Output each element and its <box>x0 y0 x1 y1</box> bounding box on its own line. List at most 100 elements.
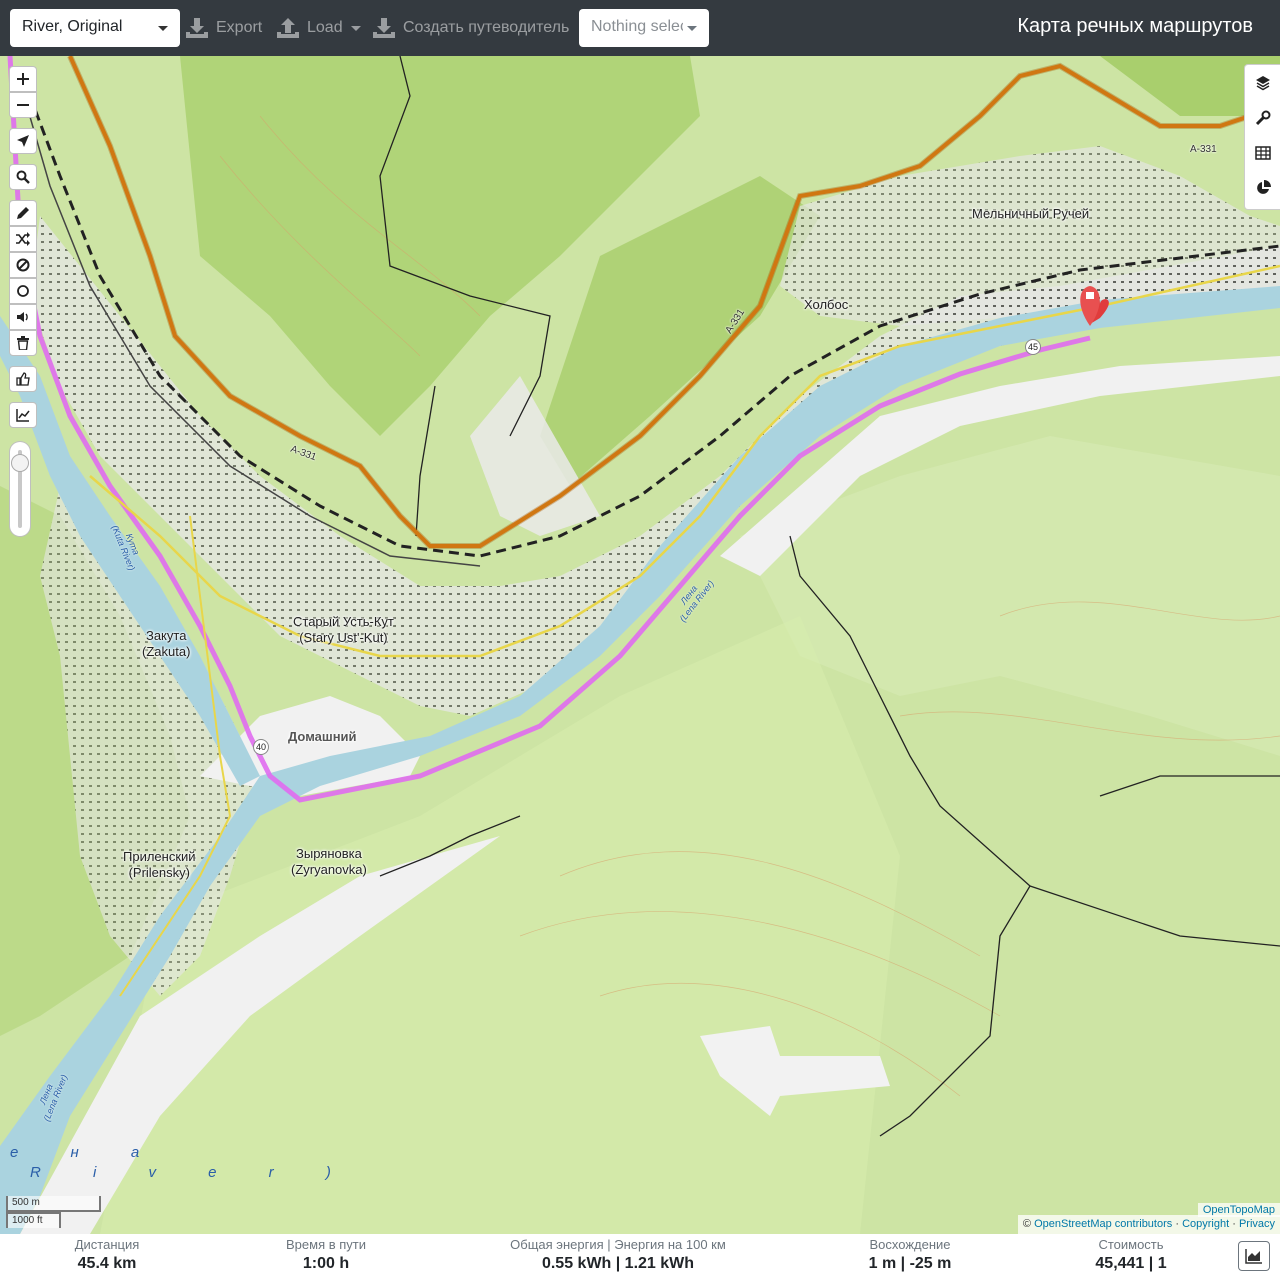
map-view[interactable]: Мельничный Ручей Холбос Старый Усть-Кут … <box>0 56 1280 1234</box>
separator: · <box>1175 1218 1179 1230</box>
scale-metric: 500 m <box>6 1196 101 1212</box>
pie-chart-icon <box>1257 180 1271 194</box>
copyright-symbol: © <box>1022 1218 1032 1230</box>
ban-icon <box>16 258 30 272</box>
scale-control: 500 m 1000 ft <box>6 1196 101 1228</box>
export-label: Export <box>216 19 263 36</box>
stat-energy: Общая энергия | Энергия на 100 км 0.55 k… <box>508 1237 728 1275</box>
opacity-slider[interactable] <box>9 441 31 537</box>
place-name-en: (Zakuta) <box>142 644 191 659</box>
stat-label: Стоимость <box>1098 1237 1164 1252</box>
stat-label: Дистанция <box>74 1237 140 1252</box>
river-label-large: е н а <box>10 1144 164 1161</box>
settings-button[interactable] <box>1251 106 1275 130</box>
zoom-out-button[interactable] <box>9 92 37 118</box>
pencil-icon <box>17 207 29 219</box>
place-label: Мельничный Ручей <box>972 206 1090 221</box>
scale-imperial: 1000 ft <box>6 1212 61 1228</box>
create-guide-button[interactable]: Создать путеводитель <box>373 12 569 44</box>
reverse-route-button[interactable] <box>9 226 37 252</box>
layers-button[interactable] <box>1251 71 1275 95</box>
plus-icon <box>17 73 29 85</box>
load-label: Load <box>307 19 343 36</box>
place-label: Домашний <box>288 729 357 744</box>
right-toolbar <box>1244 64 1280 210</box>
avoid-area-button[interactable] <box>9 252 37 278</box>
place-label: Зыряновка (Zyryanovka) <box>291 846 367 878</box>
shuffle-icon <box>16 232 30 246</box>
osm-link[interactable]: OpenStreetMap contributors <box>1034 1218 1172 1230</box>
route-shield: 45 <box>1025 339 1041 355</box>
download-icon <box>373 18 395 38</box>
place-name-en: (Zyryanovka) <box>291 862 367 877</box>
poi-button[interactable] <box>9 278 37 304</box>
stat-label: Общая энергия | Энергия на 100 км <box>510 1237 726 1252</box>
route-select-value: Nothing selected <box>591 18 683 35</box>
app-title: Карта речных маршрутов <box>1017 15 1253 37</box>
river-label-large: R i v e r ) <box>30 1164 355 1181</box>
privacy-link[interactable]: Privacy <box>1239 1218 1275 1230</box>
voice-hints-button[interactable] <box>9 304 37 330</box>
elevation-chart-button[interactable] <box>1238 1241 1270 1271</box>
zoom-in-button[interactable] <box>9 66 37 92</box>
place-name-ru: Закута <box>145 628 187 643</box>
wrench-icon <box>1255 110 1271 126</box>
place-name-ru: Старый Усть-Кут <box>293 614 394 629</box>
thumbs-up-icon <box>16 372 30 386</box>
trash-icon <box>17 336 29 350</box>
search-button[interactable] <box>9 164 37 190</box>
download-icon <box>186 18 208 38</box>
stat-value: 45.4 km <box>77 1255 137 1272</box>
stat-value: 1 m | -25 m <box>868 1255 952 1272</box>
upload-icon <box>277 18 299 38</box>
data-table-button[interactable] <box>1251 141 1275 165</box>
location-arrow-icon <box>17 135 29 147</box>
stat-time: Время в пути 1:00 h <box>280 1237 372 1275</box>
map-tiles <box>0 56 1280 1234</box>
place-name-ru: Приленский <box>123 849 196 864</box>
volume-icon <box>17 312 28 322</box>
stat-label: Восхождение <box>869 1237 951 1252</box>
customize-profile-button[interactable] <box>9 366 37 392</box>
stat-value: 1:00 h <box>302 1255 350 1272</box>
road-label: A-331 <box>1190 144 1217 155</box>
circle-icon <box>17 285 29 297</box>
locate-button[interactable] <box>9 128 37 154</box>
draw-route-button[interactable] <box>9 200 37 226</box>
stat-distance: Дистанция 45.4 km <box>68 1237 146 1275</box>
place-label: Старый Усть-Кут (Stary Ust'-Kut) <box>293 614 394 646</box>
route-stats-bar: Дистанция 45.4 km Время в пути 1:00 h Об… <box>0 1234 1280 1280</box>
place-label: Приленский (Prilensky) <box>123 849 196 881</box>
area-chart-icon <box>1245 1249 1262 1264</box>
chevron-down-icon <box>158 26 168 31</box>
top-navbar: River, Original Export Load Создать путе… <box>0 0 1280 56</box>
stat-label: Время в пути <box>286 1237 366 1252</box>
place-name-ru: Зыряновка <box>296 846 362 861</box>
place-label: Закута (Zakuta) <box>142 628 190 660</box>
routing-profile-value: River, Original <box>22 18 123 35</box>
place-name-en: (Stary Ust'-Kut) <box>299 630 388 645</box>
separator: · <box>1232 1218 1236 1230</box>
stat-cost: Стоимость 45,441 | 1 <box>1090 1237 1172 1275</box>
slider-thumb[interactable] <box>11 454 29 472</box>
elevation-button[interactable] <box>9 402 37 428</box>
export-button[interactable]: Export <box>186 12 262 44</box>
routing-profile-select[interactable]: River, Original <box>10 9 180 47</box>
chevron-down-icon <box>687 26 697 31</box>
attribution: © OpenStreetMap contributors · Copyright… <box>1017 1215 1280 1234</box>
route-select[interactable]: Nothing selected <box>579 9 709 47</box>
copyright-link[interactable]: Copyright <box>1182 1218 1229 1230</box>
create-guide-label: Создать путеводитель <box>403 19 570 36</box>
analysis-button[interactable] <box>1251 176 1275 200</box>
route-shield: 40 <box>253 739 269 755</box>
line-chart-icon <box>16 409 30 422</box>
delete-route-button[interactable] <box>9 330 37 356</box>
stat-ascent: Восхождение 1 m | -25 m <box>862 1237 958 1275</box>
place-label: Холбос <box>804 297 849 312</box>
layers-icon <box>1256 76 1270 91</box>
place-name-en: (Prilensky) <box>128 865 190 880</box>
chevron-down-icon <box>350 25 361 31</box>
load-button[interactable]: Load <box>277 12 361 44</box>
stat-value: 0.55 kWh | 1.21 kWh <box>541 1255 695 1272</box>
table-icon <box>1255 146 1271 160</box>
